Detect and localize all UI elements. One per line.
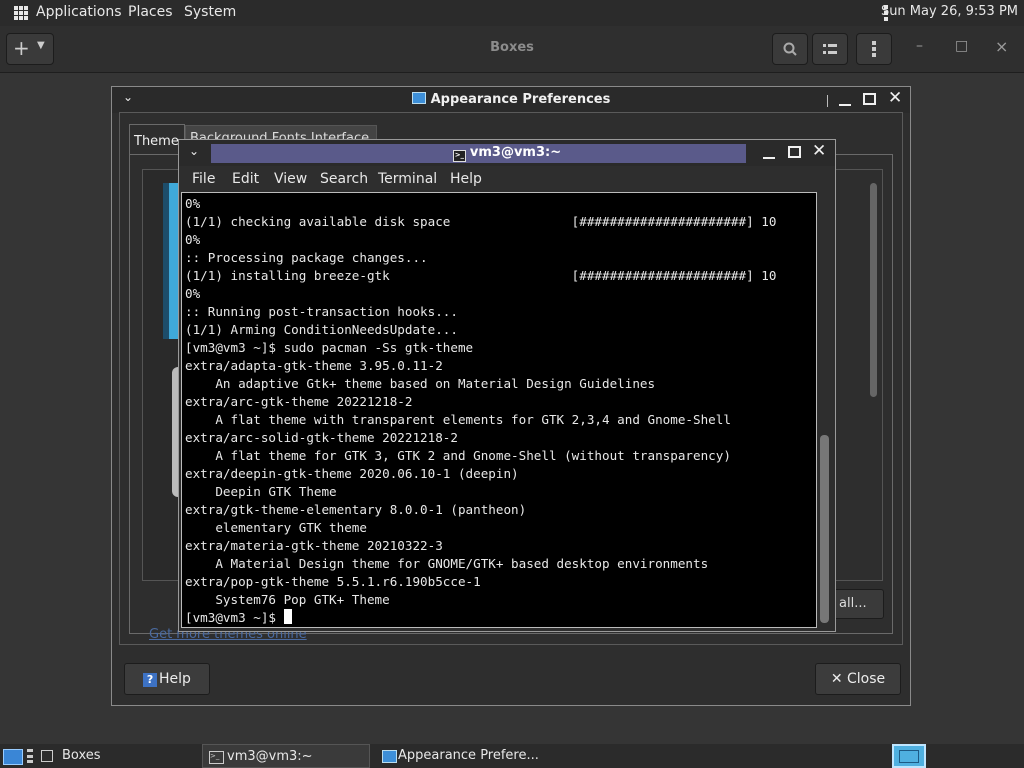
terminal-line: extra/materia-gtk-theme 20210322-3 bbox=[185, 538, 443, 553]
terminal-prompt: [vm3@vm3 ~]$ bbox=[185, 610, 284, 625]
kebab-menu-icon bbox=[872, 41, 876, 57]
search-icon bbox=[783, 42, 797, 56]
terminal-line: 0% bbox=[185, 232, 201, 247]
terminal-close-button[interactable]: ✕ bbox=[812, 143, 826, 160]
boxes-headerbar: + ▼ Boxes – □ × bbox=[0, 26, 1024, 73]
titlebar-separator bbox=[827, 95, 828, 107]
terminal-line: An adaptive Gtk+ theme based on Material… bbox=[185, 376, 656, 391]
tab-theme[interactable]: Theme bbox=[129, 124, 185, 154]
terminal-minimize-button[interactable] bbox=[763, 157, 775, 159]
appearance-titlebar[interactable]: ⌄ Appearance Preferences ✕ bbox=[112, 87, 910, 113]
workspace-switcher[interactable] bbox=[892, 744, 926, 768]
terminal-line: A flat theme with transparent elements f… bbox=[185, 412, 731, 427]
menu-button[interactable] bbox=[856, 33, 892, 65]
clock[interactable]: Sun May 26, 9:53 PM bbox=[881, 4, 1018, 19]
terminal-line: extra/deepin-gtk-theme 2020.06.10-1 (dee… bbox=[185, 466, 519, 481]
help-button[interactable]: ? Help bbox=[124, 663, 210, 695]
bottom-taskbar: Boxes >_ vm3@vm3:~ Appearance Prefere... bbox=[0, 744, 1024, 768]
taskbar-handle-icon bbox=[27, 749, 33, 763]
help-icon: ? bbox=[143, 673, 158, 687]
terminal-maximize-button[interactable] bbox=[788, 146, 801, 158]
boxes-task-icon bbox=[41, 750, 53, 762]
close-button[interactable]: ✕ Close bbox=[815, 663, 901, 695]
terminal-text: 0% (1/1) checking available disk space [#… bbox=[185, 195, 776, 627]
task-appearance[interactable]: Appearance Prefere... bbox=[376, 744, 556, 768]
close-label: Close bbox=[847, 671, 886, 687]
terminal-menu-search[interactable]: Search bbox=[320, 171, 368, 187]
terminal-line: 0% bbox=[185, 286, 201, 301]
appearance-close-x-button[interactable]: ✕ bbox=[888, 90, 902, 107]
terminal-line: 0% bbox=[185, 196, 201, 211]
appearance-maximize-button[interactable] bbox=[863, 93, 876, 105]
menu-places[interactable]: Places bbox=[128, 4, 173, 20]
task-terminal-label: vm3@vm3:~ bbox=[227, 749, 313, 764]
terminal-menubar: File Edit View Search Terminal Help bbox=[179, 166, 835, 192]
terminal-titlebar[interactable]: ⌄ >_ vm3@vm3:~ ✕ bbox=[179, 140, 835, 166]
terminal-task-icon: >_ bbox=[209, 751, 224, 764]
top-panel: Applications Places System Sun May 26, 9… bbox=[0, 0, 1024, 26]
terminal-line: Deepin GTK Theme bbox=[185, 484, 337, 499]
boxes-maximize-button[interactable]: □ bbox=[955, 38, 968, 54]
close-icon: ✕ bbox=[830, 671, 848, 687]
appearance-title: Appearance Preferences bbox=[112, 92, 910, 107]
search-button[interactable] bbox=[772, 33, 808, 65]
terminal-menu-terminal[interactable]: Terminal bbox=[378, 171, 437, 187]
menu-applications[interactable]: Applications bbox=[36, 4, 122, 20]
terminal-line: extra/gtk-theme-elementary 8.0.0-1 (pant… bbox=[185, 502, 527, 517]
terminal-app-icon: >_ bbox=[452, 150, 466, 162]
task-boxes[interactable]: Boxes bbox=[62, 744, 101, 768]
task-appearance-label: Appearance Prefere... bbox=[398, 748, 539, 763]
terminal-line: (1/1) checking available disk space [###… bbox=[185, 214, 777, 229]
terminal-prompt-line: [vm3@vm3 ~]$ bbox=[185, 609, 776, 627]
help-label: Help bbox=[159, 671, 191, 687]
appearance-minimize-button[interactable] bbox=[839, 104, 851, 106]
terminal-menu-edit[interactable]: Edit bbox=[232, 171, 259, 187]
boxes-minimize-button[interactable]: – bbox=[916, 38, 923, 54]
task-terminal[interactable]: >_ vm3@vm3:~ bbox=[202, 744, 370, 768]
terminal-line: (1/1) Arming ConditionNeedsUpdate... bbox=[185, 322, 458, 337]
terminal-output[interactable]: 0% (1/1) checking available disk space [#… bbox=[181, 192, 817, 628]
terminal-cursor bbox=[283, 609, 292, 624]
theme-list-scrollbar[interactable] bbox=[870, 183, 877, 397]
appearance-title-text: Appearance Preferences bbox=[430, 92, 611, 107]
terminal-line: extra/arc-gtk-theme 20221218-2 bbox=[185, 394, 413, 409]
terminal-scrollbar-thumb[interactable] bbox=[820, 435, 829, 623]
terminal-title: >_ vm3@vm3:~ bbox=[179, 145, 835, 162]
terminal-window: ⌄ >_ vm3@vm3:~ ✕ File Edit View Search Te… bbox=[178, 139, 836, 632]
terminal-line: (1/1) installing breeze-gtk [###########… bbox=[185, 268, 777, 283]
terminal-line: A Material Design theme for GNOME/GTK+ b… bbox=[185, 556, 709, 571]
terminal-line: extra/adapta-gtk-theme 3.95.0.11-2 bbox=[185, 358, 443, 373]
menu-system[interactable]: System bbox=[184, 4, 236, 20]
terminal-line: [vm3@vm3 ~]$ sudo pacman -Ss gtk-theme bbox=[185, 340, 474, 355]
terminal-line: A flat theme for GTK 3, GTK 2 and Gnome-… bbox=[185, 448, 731, 463]
boxes-close-button[interactable]: × bbox=[995, 37, 1008, 56]
appearance-task-icon bbox=[382, 750, 397, 763]
view-toggle-button[interactable] bbox=[812, 33, 848, 65]
terminal-line: :: Processing package changes... bbox=[185, 250, 428, 265]
terminal-line: elementary GTK theme bbox=[185, 520, 367, 535]
terminal-title-text: vm3@vm3:~ bbox=[469, 145, 562, 160]
terminal-menu-help[interactable]: Help bbox=[450, 171, 482, 187]
terminal-line: extra/arc-solid-gtk-theme 20221218-2 bbox=[185, 430, 458, 445]
terminal-line: :: Running post-transaction hooks... bbox=[185, 304, 458, 319]
show-desktop-icon[interactable] bbox=[3, 749, 23, 765]
terminal-line: extra/pop-gtk-theme 5.5.1.r6.190b5cce-1 bbox=[185, 574, 481, 589]
terminal-line: System76 Pop GTK+ Theme bbox=[185, 592, 390, 607]
terminal-menu-file[interactable]: File bbox=[192, 171, 215, 187]
terminal-menu-view[interactable]: View bbox=[274, 171, 307, 187]
apps-grid-icon[interactable] bbox=[14, 6, 28, 20]
appearance-app-icon bbox=[411, 92, 426, 104]
list-view-icon bbox=[823, 44, 837, 54]
install-button[interactable]: all... bbox=[832, 589, 884, 619]
